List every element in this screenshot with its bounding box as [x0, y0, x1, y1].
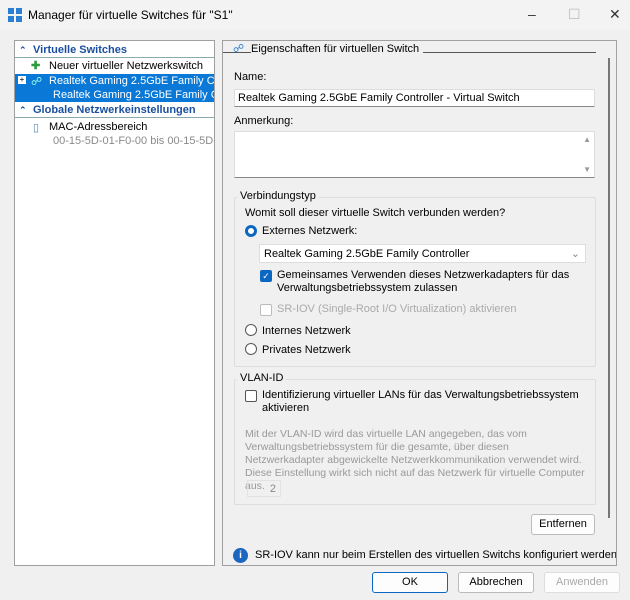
new-switch-label: Neuer virtueller Netzwerkswitch	[49, 60, 204, 72]
scroll-down-icon[interactable]: ▼	[583, 165, 591, 174]
note-textarea[interactable]: ▲ ▼	[234, 131, 595, 178]
name-label: Name:	[234, 71, 267, 83]
private-network-label[interactable]: Privates Netzwerk	[262, 344, 351, 356]
section-label: Virtuelle Switches	[33, 44, 127, 56]
collapse-icon: ⌃	[19, 105, 27, 115]
network-adapter-icon: ▯	[33, 122, 40, 134]
share-adapter-checkbox[interactable]: ✓	[260, 270, 272, 282]
mac-range-item[interactable]: ▯ MAC-Adressbereich 00-15-5D-01-F0-00 bi…	[15, 120, 214, 150]
new-switch-item[interactable]: ✚ Neuer virtueller Netzwerkswitch	[15, 59, 214, 74]
switch-adapter: Realtek Gaming 2.5GbE Family Con...	[53, 89, 214, 101]
vlan-label: VLAN-ID	[237, 372, 287, 384]
mac-range: 00-15-5D-01-F0-00 bis 00-15-5D-0...	[53, 135, 214, 147]
label-line: Verwaltungsbetriebssystem zulassen	[277, 282, 458, 294]
info-icon: i	[233, 548, 248, 563]
switch-item-realtek[interactable]: + ☍ Realtek Gaming 2.5GbE Family Con... …	[15, 74, 214, 102]
vlan-checkbox[interactable]	[245, 390, 257, 402]
connection-type-label: Verbindungstyp	[237, 190, 319, 202]
switch-name: Realtek Gaming 2.5GbE Family Con...	[49, 75, 214, 87]
network-switch-icon: ☍	[31, 76, 43, 88]
adapter-dropdown[interactable]: Realtek Gaming 2.5GbE Family Controller …	[259, 244, 586, 263]
scrollbar[interactable]	[608, 58, 610, 518]
apply-button[interactable]: Anwenden	[544, 572, 620, 593]
adapter-value: Realtek Gaming 2.5GbE Family Controller	[264, 248, 470, 260]
ok-button[interactable]: OK	[372, 572, 448, 593]
sriov-checkbox[interactable]	[260, 304, 272, 316]
label-line: Identifizierung virtueller LANs für das …	[262, 389, 579, 401]
name-input[interactable]: Realtek Gaming 2.5GbE Family Controller …	[234, 89, 595, 107]
switch-list: ⌃ Virtuelle Switches ✚ Neuer virtueller N…	[14, 40, 215, 566]
switch-manager-icon	[8, 8, 22, 22]
label-line: Gemeinsames Verwenden dieses Netzwerkada…	[277, 269, 570, 281]
maximize-button[interactable]: ☐	[568, 6, 581, 23]
share-adapter-label[interactable]: Gemeinsames Verwenden dieses Netzwerkada…	[277, 269, 569, 295]
vlan-checkbox-label[interactable]: Identifizierung virtueller LANs für das …	[262, 389, 579, 415]
vlan-description: Mit der VLAN-ID wird das virtuelle LAN a…	[245, 428, 585, 492]
info-text: SR-IOV kann nur beim Erstellen des virtu…	[255, 549, 617, 561]
cancel-button[interactable]: Abbrechen	[458, 572, 534, 593]
mac-label: MAC-Adressbereich	[49, 121, 148, 133]
section-label: Globale Netzwerkeinstellungen	[33, 104, 196, 116]
expand-icon[interactable]: +	[18, 76, 26, 84]
remove-button[interactable]: Entfernen	[531, 514, 595, 535]
internal-network-radio[interactable]	[245, 324, 257, 336]
chevron-down-icon: ⌄	[570, 248, 580, 260]
vlan-id-input[interactable]: 2	[247, 480, 281, 497]
external-network-radio[interactable]	[245, 225, 257, 237]
close-button[interactable]: ✕	[609, 6, 621, 23]
collapse-icon: ⌃	[19, 45, 27, 55]
external-network-label[interactable]: Externes Netzwerk:	[262, 225, 357, 237]
section-global-settings[interactable]: ⌃ Globale Netzwerkeinstellungen	[15, 102, 214, 118]
private-network-radio[interactable]	[245, 343, 257, 355]
sriov-label: SR-IOV (Single-Root I/O Virtualization) …	[277, 303, 517, 315]
connection-question: Womit soll dieser virtuelle Switch verbu…	[245, 207, 506, 219]
properties-panel: ☍ Eigenschaften für virtuellen Switch Na…	[222, 40, 617, 566]
section-virtual-switches[interactable]: ⌃ Virtuelle Switches	[15, 42, 214, 58]
label-line: aktivieren	[262, 402, 310, 414]
title-bar: Manager für virtuelle Switches für "S1" …	[0, 0, 630, 30]
window-title: Manager für virtuelle Switches für "S1"	[28, 8, 233, 22]
add-network-icon: ✚	[31, 60, 41, 72]
note-label: Anmerkung:	[234, 115, 294, 127]
network-switch-icon: ☍	[233, 43, 245, 55]
properties-header: Eigenschaften für virtuellen Switch	[251, 43, 424, 55]
minimize-button[interactable]: –	[528, 6, 536, 22]
scroll-up-icon[interactable]: ▲	[583, 135, 591, 144]
internal-network-label[interactable]: Internes Netzwerk	[262, 325, 351, 337]
